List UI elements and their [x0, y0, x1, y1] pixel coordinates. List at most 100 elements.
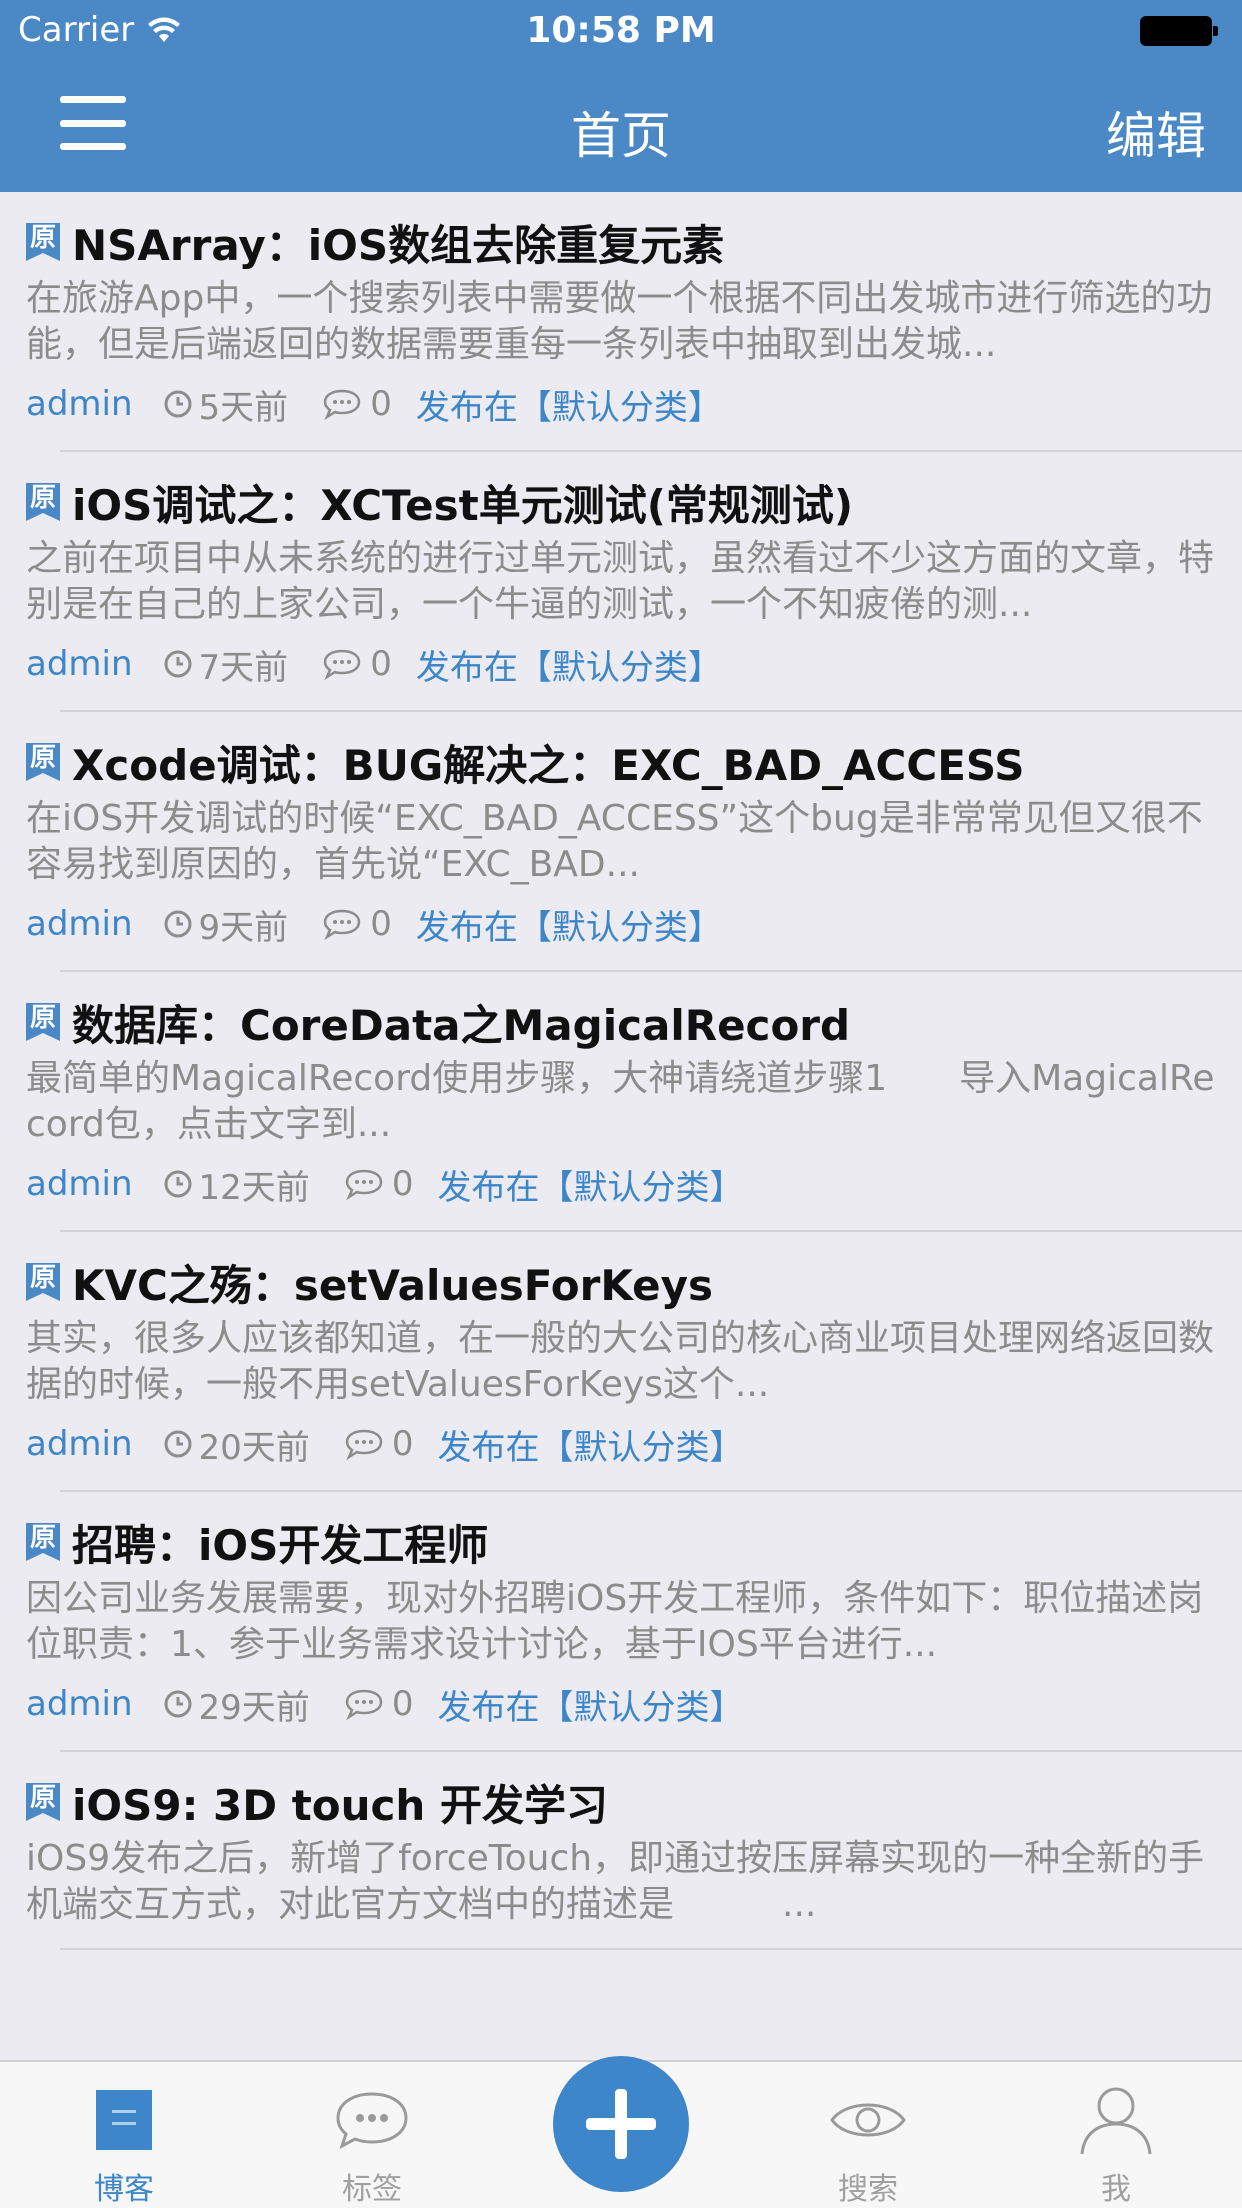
- post-title[interactable]: KVC之殇：setValuesForKeys: [72, 1252, 713, 1313]
- original-badge: 原: [26, 223, 60, 261]
- comment-icon: [323, 389, 361, 420]
- post-comments: 0: [322, 384, 392, 424]
- post-comment-count: 0: [370, 644, 392, 684]
- post-title-row: 原 KVC之殇：setValuesForKeys: [26, 1254, 1216, 1310]
- comment-icon: [345, 1429, 383, 1460]
- tab-label: 标签: [342, 2172, 402, 2207]
- post-title[interactable]: Xcode调试：BUG解决之：EXC_BAD_ACCESS: [72, 732, 1025, 793]
- profile-icon: [1076, 2084, 1156, 2156]
- post-time-text: 9天前: [198, 907, 289, 948]
- post-meta: admin 9天前 0 发布在【默认分类】: [26, 898, 1216, 950]
- post-comment-count: 0: [370, 384, 392, 424]
- post-title-row: 原 iOS9: 3D touch 开发学习: [26, 1774, 1216, 1830]
- post-list[interactable]: 原 NSArray：iOS数组去除重复元素 在旅游App中，一个搜索列表中需要做…: [0, 192, 1242, 2060]
- post-time-text: 12天前: [198, 1167, 310, 1208]
- post-item[interactable]: 原 NSArray：iOS数组去除重复元素 在旅游App中，一个搜索列表中需要做…: [0, 192, 1242, 452]
- original-badge: 原: [26, 1263, 60, 1301]
- tab-tags[interactable]: 标签: [272, 2062, 472, 2208]
- post-category[interactable]: 发布在【默认分类】: [416, 640, 722, 689]
- tab-label: 博客: [94, 2172, 154, 2207]
- post-category[interactable]: 发布在【默认分类】: [416, 380, 722, 429]
- post-category[interactable]: 发布在【默认分类】: [437, 1420, 743, 1469]
- post-author[interactable]: admin: [26, 644, 133, 684]
- post-summary: iOS9发布之后，新增了forceTouch，即通过按压屏幕实现的一种全新的手机…: [26, 1838, 1205, 1925]
- comment-icon: [345, 1169, 383, 1200]
- add-post-button[interactable]: [553, 2056, 689, 2192]
- post-comment-count: 0: [391, 1164, 414, 1204]
- post-meta: admin 7天前 0 发布在【默认分类】: [26, 638, 1216, 690]
- post-time: 7天前: [163, 640, 289, 689]
- original-badge: 原: [26, 483, 60, 521]
- post-time-text: 20天前: [198, 1427, 310, 1468]
- plus-icon: [586, 2089, 656, 2159]
- post-category[interactable]: 发布在【默认分类】: [416, 900, 722, 949]
- tab-me[interactable]: 我: [1016, 2062, 1216, 2208]
- tab-search[interactable]: 搜索: [768, 2062, 968, 2208]
- clock-icon: [164, 1430, 192, 1458]
- post-category[interactable]: 发布在【默认分类】: [437, 1680, 743, 1729]
- post-category[interactable]: 发布在【默认分类】: [437, 1160, 743, 1209]
- edit-button[interactable]: 编辑: [1106, 96, 1206, 168]
- post-comment-count: 0: [370, 904, 392, 944]
- status-bar: Carrier 10:58 PM: [0, 0, 1242, 60]
- post-time: 29天前: [163, 1680, 310, 1729]
- comment-icon: [345, 1689, 383, 1720]
- post-comment-count: 0: [391, 1424, 414, 1464]
- post-item[interactable]: 原 数据库：CoreData之MagicalRecord 最简单的Magical…: [0, 972, 1242, 1232]
- badge-text: 原: [29, 1523, 56, 1553]
- post-title[interactable]: 招聘：iOS开发工程师: [72, 1512, 488, 1573]
- post-item[interactable]: 原 Xcode调试：BUG解决之：EXC_BAD_ACCESS 在iOS开发调试…: [0, 712, 1242, 972]
- badge-text: 原: [29, 743, 56, 773]
- post-title[interactable]: iOS调试之：XCTest单元测试(常规测试): [72, 472, 853, 533]
- original-badge: 原: [26, 743, 60, 781]
- badge-text: 原: [29, 223, 56, 253]
- post-item[interactable]: 原 招聘：iOS开发工程师 因公司业务发展需要，现对外招聘iOS开发工程师，条件…: [0, 1492, 1242, 1752]
- tag-chat-icon: [332, 2084, 412, 2156]
- post-time: 20天前: [163, 1420, 310, 1469]
- post-author[interactable]: admin: [26, 1684, 133, 1724]
- post-title-row: 原 iOS调试之：XCTest单元测试(常规测试): [26, 474, 1216, 530]
- post-meta: admin 29天前 0 发布在【默认分类】: [26, 1678, 1216, 1730]
- post-comment-count: 0: [391, 1684, 414, 1724]
- post-title-row: 原 招聘：iOS开发工程师: [26, 1514, 1216, 1570]
- post-comments: 0: [344, 1164, 414, 1204]
- post-summary: 其实，很多人应该都知道，在一般的大公司的核心商业项目处理网络返回数据的时候，一般…: [26, 1318, 1215, 1405]
- post-title[interactable]: iOS9: 3D touch 开发学习: [72, 1772, 608, 1833]
- post-time-text: 7天前: [198, 647, 289, 688]
- post-comments: 0: [322, 644, 392, 684]
- post-title-row: 原 NSArray：iOS数组去除重复元素: [26, 214, 1216, 270]
- clock-icon: [164, 1170, 192, 1198]
- post-title-row: 原 数据库：CoreData之MagicalRecord: [26, 994, 1216, 1050]
- post-title-row: 原 Xcode调试：BUG解决之：EXC_BAD_ACCESS: [26, 734, 1216, 790]
- clock-icon: [164, 390, 192, 418]
- post-time-text: 5天前: [198, 387, 289, 428]
- tab-label: 我: [1101, 2172, 1131, 2207]
- post-item[interactable]: 原 iOS调试之：XCTest单元测试(常规测试) 之前在项目中从未系统的进行过…: [0, 452, 1242, 712]
- comment-icon: [323, 909, 361, 940]
- post-title[interactable]: 数据库：CoreData之MagicalRecord: [72, 992, 850, 1053]
- post-meta: admin 20天前 0 发布在【默认分类】: [26, 1418, 1216, 1470]
- post-meta: admin 12天前 0 发布在【默认分类】: [26, 1158, 1216, 1210]
- post-author[interactable]: admin: [26, 904, 133, 944]
- post-summary: 在iOS开发调试的时候“EXC_BAD_ACCESS”这个bug是非常常见但又很…: [26, 798, 1203, 885]
- post-comments: 0: [322, 904, 392, 944]
- post-author[interactable]: admin: [26, 384, 133, 424]
- original-badge: 原: [26, 1523, 60, 1561]
- nav-bar: 首页 编辑: [0, 60, 1242, 192]
- badge-text: 原: [29, 1003, 56, 1033]
- post-title[interactable]: NSArray：iOS数组去除重复元素: [72, 212, 724, 273]
- post-summary: 最简单的MagicalRecord使用步骤，大神请绕道步骤1 导入Magical…: [26, 1058, 1215, 1145]
- post-author[interactable]: admin: [26, 1424, 133, 1464]
- page-title: 首页: [571, 107, 671, 165]
- post-author[interactable]: admin: [26, 1164, 133, 1204]
- post-time-text: 29天前: [198, 1687, 310, 1728]
- blog-icon: [84, 2084, 164, 2156]
- comment-icon: [323, 649, 361, 680]
- post-item[interactable]: 原 iOS9: 3D touch 开发学习 iOS9发布之后，新增了forceT…: [0, 1752, 1242, 1950]
- post-time: 12天前: [163, 1160, 310, 1209]
- badge-text: 原: [29, 1783, 56, 1813]
- clock: 10:58 PM: [526, 10, 716, 51]
- tab-blog[interactable]: 博客: [24, 2062, 224, 2208]
- post-item[interactable]: 原 KVC之殇：setValuesForKeys 其实，很多人应该都知道，在一般…: [0, 1232, 1242, 1492]
- header: Carrier 10:58 PM 首页 编辑: [0, 0, 1242, 192]
